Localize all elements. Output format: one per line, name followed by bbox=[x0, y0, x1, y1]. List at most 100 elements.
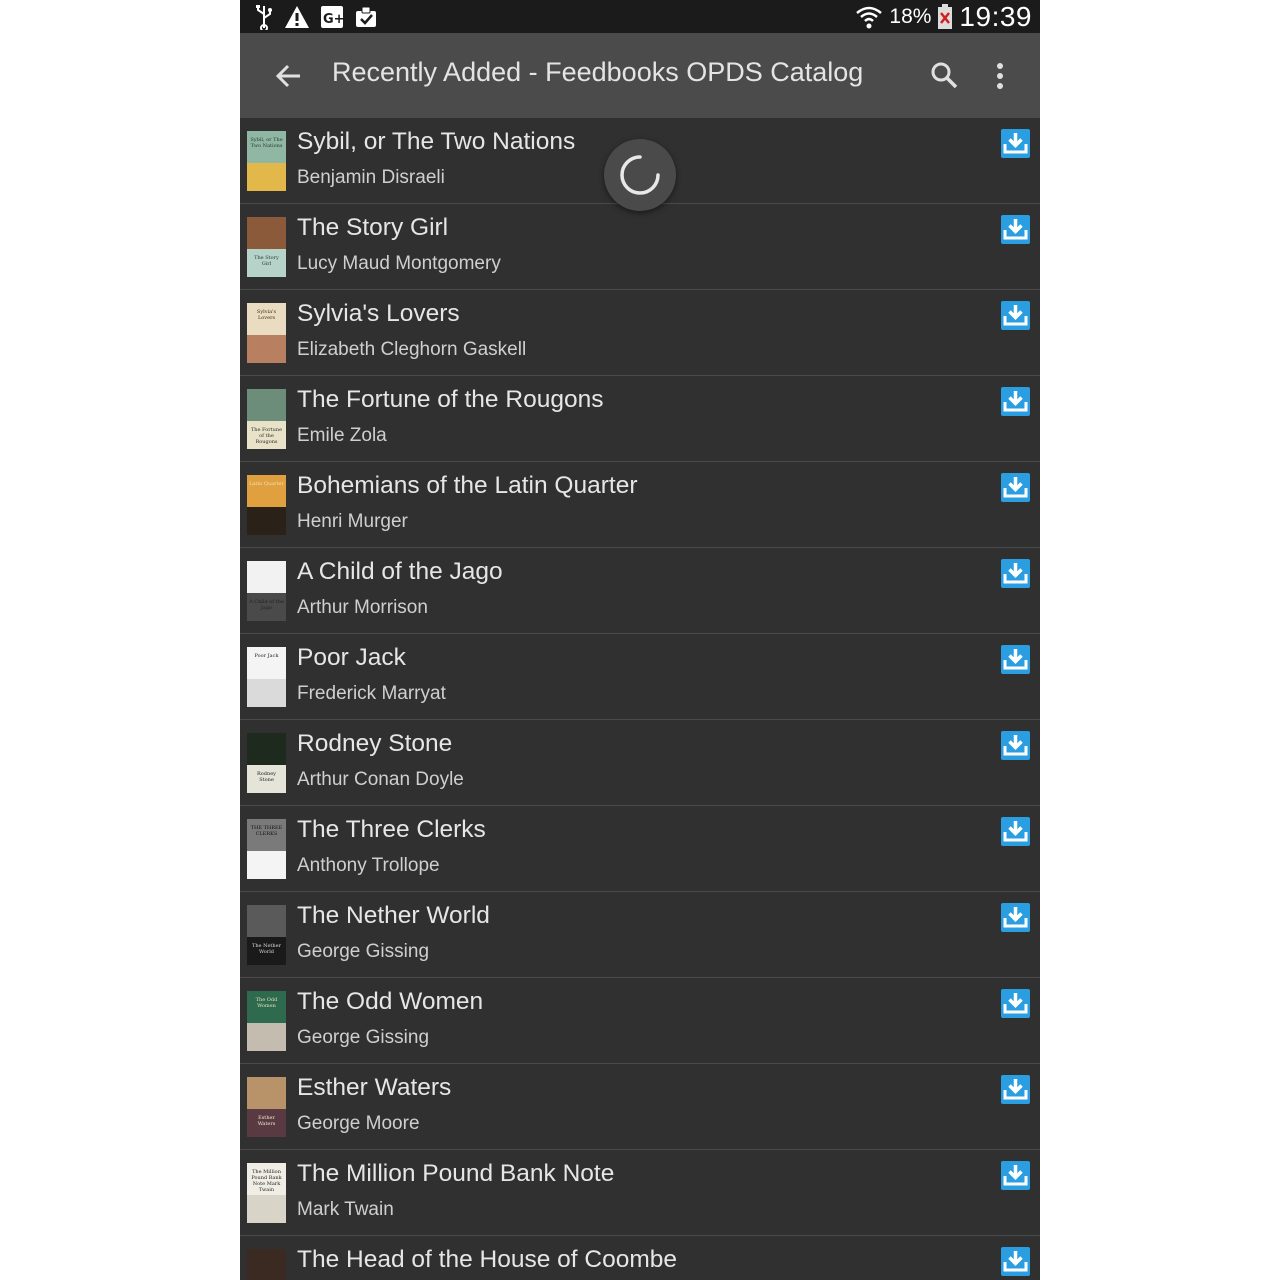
download-icon[interactable] bbox=[1001, 387, 1030, 416]
list-item[interactable]: A Child of the Jago A Child of the Jago Ar… bbox=[240, 548, 1040, 634]
book-list: Sybil, or The Two Nations Sybil, or The T… bbox=[240, 118, 1040, 1280]
download-icon[interactable] bbox=[1001, 645, 1030, 674]
usb-icon bbox=[256, 5, 272, 30]
book-author: Mark Twain bbox=[297, 1199, 394, 1220]
book-cover: Poor Jack bbox=[247, 647, 286, 707]
download-icon[interactable] bbox=[1001, 903, 1030, 932]
progress-icon bbox=[620, 155, 660, 195]
battery-icon bbox=[938, 3, 953, 29]
battery-percent: 18% bbox=[889, 4, 932, 28]
download-icon[interactable] bbox=[1001, 215, 1030, 244]
download-icon[interactable] bbox=[1001, 473, 1030, 502]
book-author: Henri Murger bbox=[297, 511, 408, 532]
list-item[interactable]: The Story Girl The Story Girl Lucy Maud Mo… bbox=[240, 204, 1040, 290]
book-author: Arthur Morrison bbox=[297, 597, 428, 618]
book-author: Emile Zola bbox=[297, 425, 387, 446]
book-cover: Latin Quarter bbox=[247, 475, 286, 535]
cover-label: The Million Pound Bank Note Mark Twain bbox=[251, 1169, 282, 1193]
book-author: George Gissing bbox=[297, 941, 430, 962]
list-item[interactable]: The Million Pound Bank Note Mark Twain Th… bbox=[240, 1150, 1040, 1236]
book-cover: The Nether World bbox=[247, 905, 286, 965]
book-author: Arthur Conan Doyle bbox=[297, 769, 464, 790]
book-cover: Esther Waters bbox=[247, 1077, 286, 1137]
download-icon[interactable] bbox=[1001, 129, 1030, 158]
page-title: Recently Added - Feedbooks OPDS Catalog bbox=[332, 57, 864, 87]
book-title: The Fortune of the Rougons bbox=[297, 386, 604, 413]
book-title: The Nether World bbox=[297, 902, 490, 929]
device-screen: G+ 18% 19:39 Recently Added - Feedbooks … bbox=[240, 0, 1040, 1280]
list-item[interactable]: Rodney Stone Rodney Stone Arthur Conan Doy… bbox=[240, 720, 1040, 806]
warning-icon bbox=[285, 6, 309, 28]
book-title: The Head of the House of Coombe bbox=[297, 1246, 677, 1273]
cover-label: The Story Girl bbox=[254, 255, 279, 267]
download-icon[interactable] bbox=[1001, 1247, 1030, 1276]
list-item[interactable]: Latin Quarter Bohemians of the Latin Quar… bbox=[240, 462, 1040, 548]
download-icon[interactable] bbox=[1001, 559, 1030, 588]
list-item[interactable]: The Nether World The Nether World George G… bbox=[240, 892, 1040, 978]
system-indicators: 18% 19:39 bbox=[855, 0, 1032, 33]
cover-label: The Fortune of the Rougons bbox=[250, 427, 283, 445]
notification-icons: G+ bbox=[254, 4, 378, 30]
cover-label: Sylvia's Lovers bbox=[256, 309, 277, 321]
book-cover: The Story Girl bbox=[247, 217, 286, 277]
book-author: George Gissing bbox=[297, 1027, 430, 1048]
book-title: Poor Jack bbox=[297, 644, 406, 671]
search-icon[interactable] bbox=[930, 61, 958, 89]
list-item[interactable]: The Head of the House of Coombe The Head … bbox=[240, 1236, 1040, 1280]
wifi-icon bbox=[856, 6, 883, 28]
list-item[interactable]: Esther Waters Esther Waters George Moore bbox=[240, 1064, 1040, 1150]
overflow-menu-icon[interactable] bbox=[988, 61, 1012, 91]
download-icon[interactable] bbox=[1001, 1161, 1030, 1190]
download-icon[interactable] bbox=[1001, 731, 1030, 760]
book-cover: Rodney Stone bbox=[247, 733, 286, 793]
book-cover: Sybil, or The Two Nations bbox=[247, 131, 286, 191]
book-cover: A Child of the Jago bbox=[247, 561, 286, 621]
loading-spinner bbox=[604, 139, 676, 211]
book-cover: Sylvia's Lovers bbox=[247, 303, 286, 363]
arrow-back-icon[interactable] bbox=[274, 61, 304, 91]
cover-label: A Child of the Jago bbox=[249, 599, 284, 611]
clipboard-check-icon bbox=[356, 6, 376, 27]
book-title: Sybil, or The Two Nations bbox=[297, 128, 576, 155]
book-cover: The Head of the House of Coombe bbox=[247, 1249, 286, 1280]
list-item[interactable]: The Odd Women The Odd Women George Gissing bbox=[240, 978, 1040, 1064]
book-cover: The Odd Women bbox=[247, 991, 286, 1051]
cover-label: Sybil, or The Two Nations bbox=[250, 137, 283, 149]
download-icon[interactable] bbox=[1001, 1075, 1030, 1104]
book-title: The Three Clerks bbox=[297, 816, 486, 843]
book-title: Esther Waters bbox=[297, 1074, 452, 1101]
book-author: George Moore bbox=[297, 1113, 420, 1134]
book-cover: THE THREE CLERKS bbox=[247, 819, 286, 879]
book-author: Lucy Maud Montgomery bbox=[297, 253, 501, 274]
download-icon[interactable] bbox=[1001, 989, 1030, 1018]
book-title: The Odd Women bbox=[297, 988, 484, 1015]
book-author: Frederick Marryat bbox=[297, 683, 446, 704]
svg-text:G+: G+ bbox=[323, 12, 344, 27]
book-cover: The Million Pound Bank Note Mark Twain bbox=[247, 1163, 286, 1223]
status-bar: G+ 18% 19:39 bbox=[240, 0, 1040, 33]
cover-label: Poor Jack bbox=[254, 653, 279, 659]
book-author: Elizabeth Cleghorn Gaskell bbox=[297, 339, 527, 360]
cover-label: Latin Quarter bbox=[249, 481, 284, 487]
book-title: Bohemians of the Latin Quarter bbox=[297, 472, 638, 499]
book-title: The Million Pound Bank Note bbox=[297, 1160, 615, 1187]
book-title: Sylvia's Lovers bbox=[297, 300, 460, 327]
book-author: Anthony Trollope bbox=[297, 855, 440, 876]
cover-label: The Nether World bbox=[251, 943, 282, 955]
list-item[interactable]: Poor Jack Poor Jack Frederick Marryat bbox=[240, 634, 1040, 720]
book-title: Rodney Stone bbox=[297, 730, 453, 757]
cover-label: Rodney Stone bbox=[257, 771, 276, 783]
book-title: A Child of the Jago bbox=[297, 558, 503, 585]
download-icon[interactable] bbox=[1001, 817, 1030, 846]
cover-label: Esther Waters bbox=[257, 1115, 276, 1127]
book-title: The Story Girl bbox=[297, 214, 449, 241]
google-plus-icon: G+ bbox=[321, 6, 344, 28]
cover-label: THE THREE CLERKS bbox=[250, 825, 283, 837]
book-cover: The Fortune of the Rougons bbox=[247, 389, 286, 449]
app-bar: Recently Added - Feedbooks OPDS Catalog bbox=[240, 33, 1040, 118]
list-item[interactable]: Sylvia's Lovers Sylvia's Lovers Elizabeth … bbox=[240, 290, 1040, 376]
cover-label: The Odd Women bbox=[255, 997, 278, 1009]
list-item[interactable]: The Fortune of the Rougons The Fortune of… bbox=[240, 376, 1040, 462]
download-icon[interactable] bbox=[1001, 301, 1030, 330]
list-item[interactable]: THE THREE CLERKS The Three Clerks Anthony … bbox=[240, 806, 1040, 892]
